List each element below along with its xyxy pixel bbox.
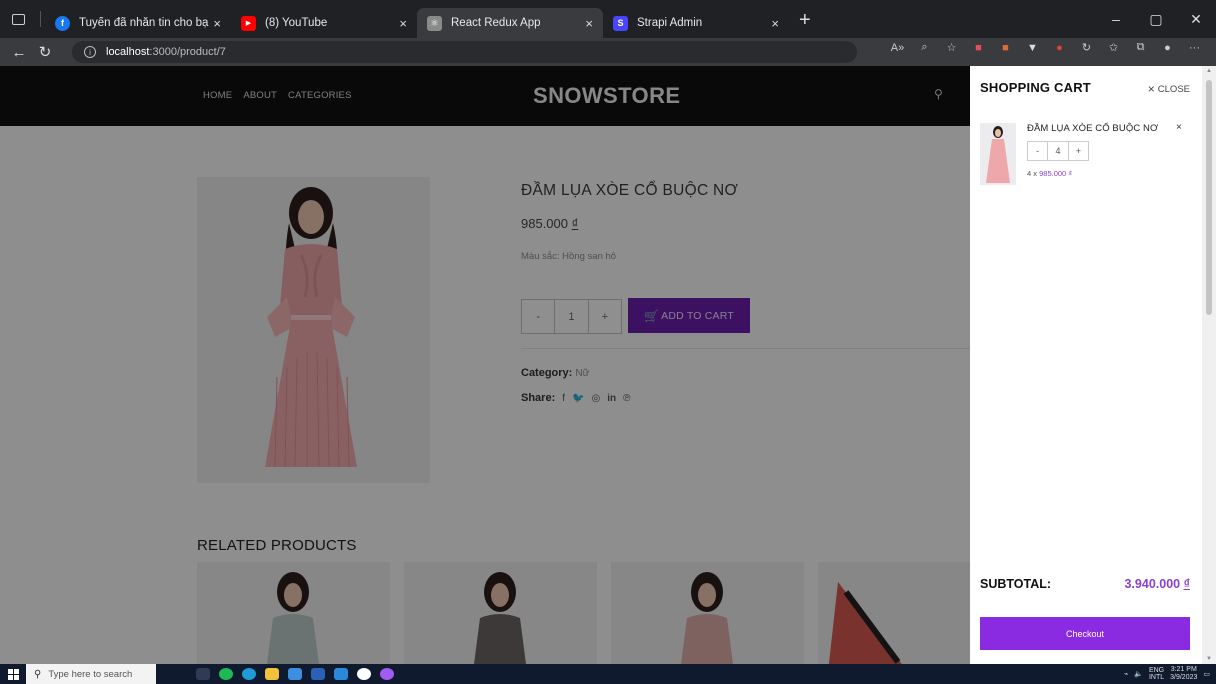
profile-avatar-icon[interactable]: ● (1154, 42, 1181, 54)
url-host: localhost (106, 46, 150, 58)
read-aloud-icon[interactable]: A» (884, 42, 911, 54)
web-page: HOME ABOUT CATEGORIES SNOWSTORE ⚲ ĐẦM LỤ… (0, 66, 1216, 664)
remove-item-button[interactable]: × (1176, 122, 1182, 133)
lang-code: ENG (1148, 667, 1165, 674)
facebook-icon: f (55, 15, 70, 31)
taskbar-search-placeholder: Type here to search (48, 668, 133, 680)
close-icon: × (1147, 82, 1155, 96)
windows-taskbar: ⚲ Type here to search ⌁ 🔈 ENG INTL 3:21 … (0, 664, 1216, 684)
cart-qty-value[interactable]: 4 (1048, 142, 1069, 160)
notifications-icon[interactable]: ▭ (1203, 670, 1210, 678)
tab-separator (40, 11, 41, 27)
tab-react-redux-app[interactable]: ⚛ React Redux App × (417, 8, 603, 38)
cart-qty-decrease-button[interactable]: - (1028, 142, 1049, 160)
tab-label: Tuyến đã nhắn tin cho bạn (79, 17, 210, 29)
react-icon: ⚛ (427, 15, 442, 31)
subtotal-currency: ₫ (1183, 577, 1190, 591)
tab-label: (8) YouTube (265, 17, 328, 29)
mail-icon[interactable] (288, 668, 302, 680)
close-icon[interactable]: × (399, 16, 407, 31)
clock-time: 3:21 PM (1170, 666, 1197, 673)
close-label: CLOSE (1157, 83, 1190, 95)
back-icon[interactable]: ← (6, 44, 32, 61)
word-icon[interactable] (311, 668, 325, 680)
extension-icon[interactable]: ■ (965, 42, 992, 54)
tab-actions-icon[interactable] (0, 0, 36, 38)
spotify-icon[interactable] (219, 668, 233, 680)
favorite-star-icon[interactable]: ☆ (938, 41, 965, 54)
close-icon[interactable]: × (585, 16, 593, 31)
cart-item-quantity-stepper: - 4 + (1027, 141, 1089, 161)
scroll-down-icon[interactable]: ▼ (1206, 656, 1212, 662)
shopping-cart-drawer: SHOPPING CART × CLOSE ĐẦM LỤA XÒE CỔ BUỘ… (970, 66, 1202, 664)
volume-icon[interactable]: 🔈 (1134, 670, 1143, 678)
start-button[interactable] (0, 668, 26, 680)
subtotal-amount: 3.940.000 (1124, 577, 1181, 591)
close-cart-button[interactable]: × CLOSE (1148, 82, 1190, 96)
taskbar-apps (196, 668, 394, 680)
tab-youtube[interactable]: ▶ (8) YouTube × (231, 8, 417, 38)
zalo-icon[interactable] (357, 668, 371, 680)
clock-date: 3/9/2023 (1170, 674, 1198, 681)
close-icon[interactable]: × (213, 16, 221, 31)
subtotal-value: 3.940.000 ₫ (1124, 577, 1190, 591)
cart-item-unit-price: 985.000 ₫ (1039, 169, 1073, 178)
taskbar-search-field[interactable]: ⚲ Type here to search (26, 664, 156, 684)
new-tab-button[interactable]: + (799, 9, 811, 32)
tab-label: React Redux App (451, 17, 541, 29)
youtube-icon: ▶ (241, 15, 256, 31)
restore-icon[interactable]: ▢ (1136, 11, 1176, 28)
url-field[interactable]: i localhost :3000/product/7 (72, 41, 857, 63)
collections-icon[interactable]: ⧉ (1127, 41, 1154, 54)
cart-item-line-price: 4 x 985.000 ₫ (1027, 169, 1072, 178)
vscode-icon[interactable] (334, 668, 348, 680)
search-icon: ⚲ (34, 668, 42, 680)
scroll-up-icon[interactable]: ▲ (1206, 68, 1212, 74)
subtotal-label: SUBTOTAL: (980, 577, 1052, 591)
extension-icon[interactable]: ■ (992, 42, 1019, 54)
file-explorer-icon[interactable] (265, 668, 279, 680)
language-indicator[interactable]: ENG INTL (1149, 667, 1164, 681)
window-controls: – ▢ ✕ (1096, 0, 1216, 38)
close-icon[interactable]: × (771, 16, 779, 31)
extension-icon[interactable]: ● (1046, 42, 1073, 54)
system-tray: ⌁ 🔈 ENG INTL 3:21 PM 3/9/2023 ▭ (1124, 664, 1216, 684)
more-menu-icon[interactable]: ··· (1181, 42, 1208, 54)
browser-toolbar: A» ⌕ ☆ ■ ■ ▼ ● ↻ ✩ ⧉ ● ··· (884, 41, 1208, 54)
page-scrollbar[interactable]: ▲ ▼ (1202, 66, 1216, 664)
tab-strapi-admin[interactable]: S Strapi Admin × (603, 8, 789, 38)
clock[interactable]: 3:21 PM 3/9/2023 (1170, 666, 1197, 682)
lang-layout: INTL (1148, 674, 1165, 681)
tab-label: Strapi Admin (637, 17, 703, 29)
site-info-icon[interactable]: i (84, 46, 96, 58)
refresh-icon[interactable]: ↻ (32, 43, 58, 61)
checkout-button[interactable]: Checkout (980, 617, 1190, 650)
tab-messenger[interactable]: f Tuyến đã nhắn tin cho bạn × (45, 8, 231, 38)
zoom-icon[interactable]: ⌕ (911, 41, 938, 54)
url-path: :3000/product/7 (149, 46, 226, 58)
close-window-icon[interactable]: ✕ (1176, 11, 1216, 28)
favorites-icon[interactable]: ✩ (1100, 41, 1127, 54)
refresh-extension-icon[interactable]: ↻ (1073, 41, 1100, 54)
cart-title: SHOPPING CART (980, 80, 1091, 95)
strapi-icon: S (613, 15, 628, 31)
vpn-icon[interactable]: ▼ (1019, 42, 1046, 54)
cart-item-image (980, 123, 1016, 185)
cart-item-qty-prefix: 4 x (1027, 169, 1038, 178)
browser-tab-bar: f Tuyến đã nhắn tin cho bạn × ▶ (8) YouT… (0, 0, 1216, 38)
scrollbar-thumb[interactable] (1206, 80, 1212, 315)
windows-icon (7, 668, 19, 680)
minimize-icon[interactable]: – (1096, 11, 1136, 27)
edge-icon[interactable] (242, 668, 256, 680)
task-view-icon[interactable] (196, 668, 210, 680)
messenger-icon[interactable] (380, 668, 394, 680)
cart-qty-increase-button[interactable]: + (1069, 142, 1088, 160)
cart-item-name: ĐẦM LỤA XÒE CỔ BUỘC NƠ (1027, 123, 1159, 134)
network-icon[interactable]: ⌁ (1124, 670, 1128, 678)
browser-address-bar: ← ↻ i localhost :3000/product/7 A» ⌕ ☆ ■… (0, 38, 1216, 66)
cart-item-thumbnail (980, 123, 1016, 185)
